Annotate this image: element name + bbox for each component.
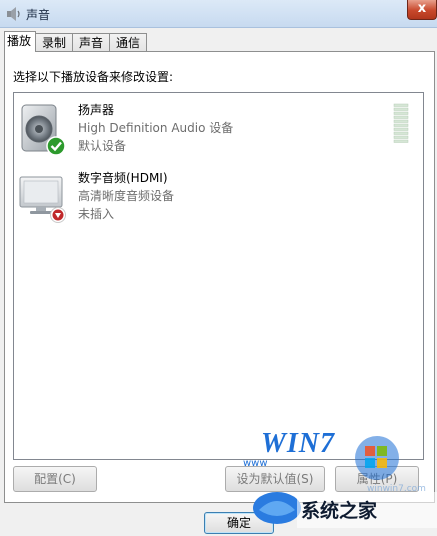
speaker-icon — [21, 104, 66, 156]
tab-sounds[interactable]: 声音 — [73, 33, 111, 52]
device-item-speakers[interactable]: 扬声器 High Definition Audio 设备 默认设备 — [14, 97, 394, 167]
title-bar: 声音 x — [0, 0, 437, 28]
green-check-badge — [46, 136, 66, 156]
device-list[interactable]: 扬声器 High Definition Audio 设备 默认设备 数字音频(H… — [13, 92, 424, 460]
device-name: 数字音频(HDMI) — [78, 171, 168, 185]
device-name: 扬声器 — [78, 103, 115, 117]
properties-button[interactable]: 属性(P) — [335, 466, 419, 492]
configure-button[interactable]: 配置(C) — [13, 466, 97, 492]
ok-button[interactable]: 确定 — [204, 512, 274, 534]
red-down-arrow-badge — [50, 207, 66, 223]
device-status: 未插入 — [78, 207, 115, 221]
set-default-button[interactable]: 设为默认值(S) — [225, 466, 325, 492]
device-description: High Definition Audio 设备 — [78, 121, 234, 135]
device-status: 默认设备 — [78, 139, 127, 153]
tab-panel: 选择以下播放设备来修改设置: 扬声器 High Definition Audio… — [4, 51, 435, 503]
volume-level-meter — [393, 103, 409, 143]
device-description: 高清晰度音频设备 — [78, 189, 175, 203]
instruction-label: 选择以下播放设备来修改设置: — [13, 70, 174, 84]
tab-recording[interactable]: 录制 — [36, 33, 74, 52]
device-item-hdmi[interactable]: 数字音频(HDMI) 高清晰度音频设备 未插入 — [14, 165, 394, 235]
monitor-icon — [19, 176, 66, 223]
tab-strip: 播放 录制 声音 通信 — [4, 31, 148, 52]
tab-communications[interactable]: 通信 — [110, 33, 148, 52]
window-title: 声音 — [26, 8, 51, 22]
tab-playback[interactable]: 播放 — [4, 31, 37, 52]
close-button[interactable]: x — [407, 0, 437, 20]
speaker-icon — [7, 7, 20, 21]
